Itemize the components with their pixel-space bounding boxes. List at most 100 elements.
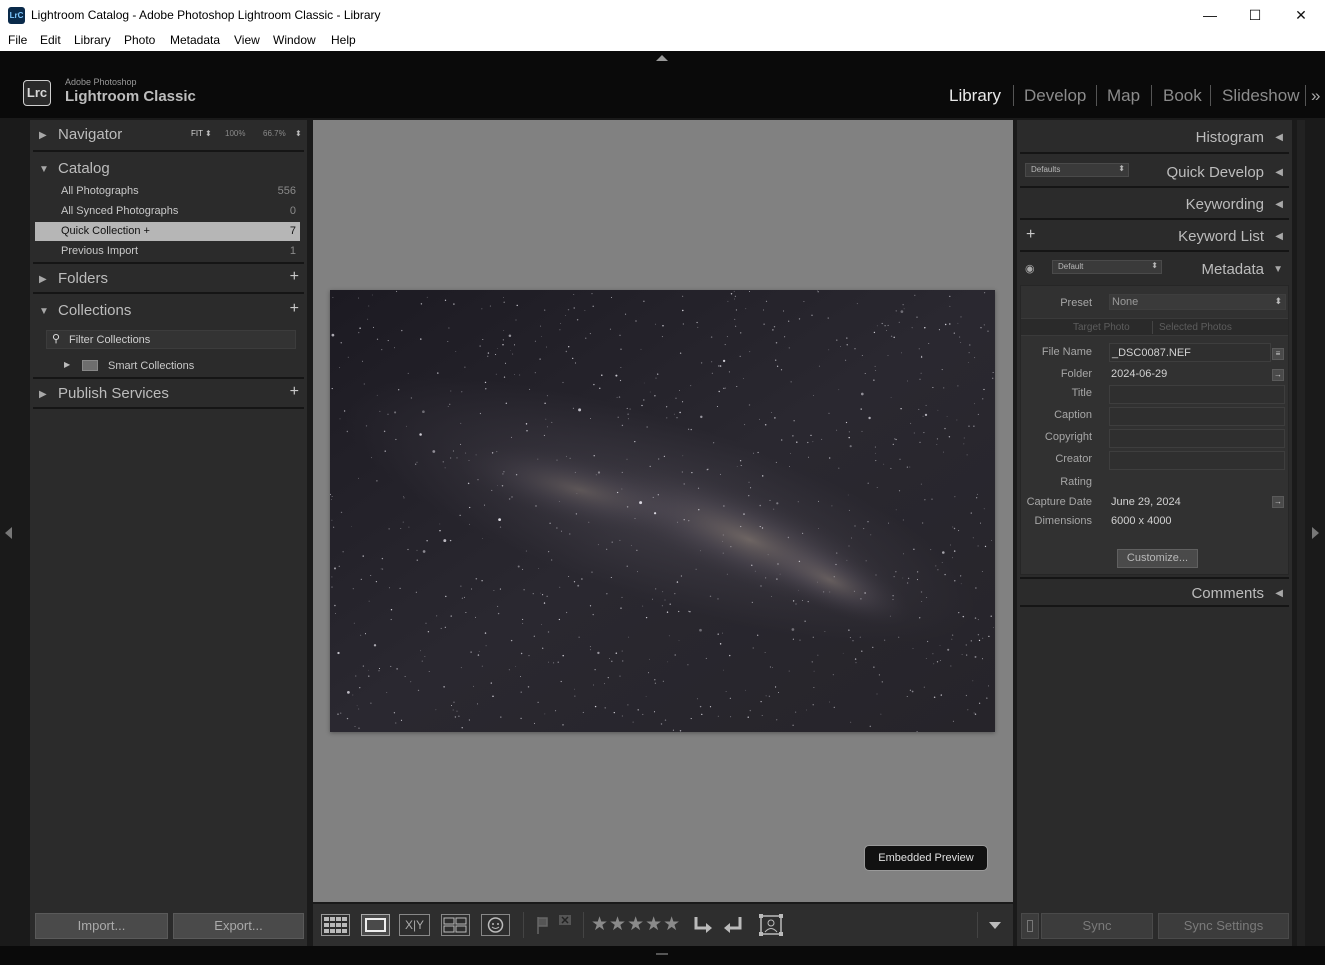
add-folder-icon[interactable]: + — [290, 268, 299, 286]
export-button[interactable]: Export... — [173, 913, 304, 939]
catalog-item-name: All Synced Photographs — [61, 205, 179, 217]
loupe-view[interactable]: Embedded Preview — [313, 120, 1013, 902]
grid-view-icon[interactable] — [321, 914, 350, 936]
catalog-item-previous-import[interactable]: Previous Import 1 — [35, 242, 300, 261]
compare-view-icon[interactable]: X|Y — [399, 914, 430, 936]
field-value: June 29, 2024 — [1111, 496, 1181, 508]
folders-header[interactable]: ▶ Folders + — [30, 264, 307, 294]
module-develop[interactable]: Develop — [1024, 86, 1086, 106]
menu-file[interactable]: File — [8, 33, 27, 47]
file-name-field[interactable]: _DSC0087.NEF — [1109, 343, 1271, 362]
collapse-left-triangle-icon: ◀ — [1275, 132, 1283, 143]
catalog-header[interactable]: ▼ Catalog — [30, 154, 307, 184]
title-bar: LrC Lightroom Catalog - Adobe Photoshop … — [0, 0, 1325, 31]
right-panel-toggle-icon[interactable] — [1312, 527, 1319, 539]
star-rating[interactable]: ★★★★★ — [591, 913, 681, 936]
toolbar-options-chevron-icon[interactable] — [989, 922, 1001, 929]
go-to-folder-icon[interactable]: → — [1272, 369, 1284, 381]
publish-services-label: Publish Services — [58, 385, 169, 402]
capture-date-field: June 29, 2024 — [1109, 493, 1271, 512]
more-modules-icon[interactable]: » — [1311, 86, 1320, 106]
quick-develop-preset-select[interactable]: Defaults ⬍ — [1025, 163, 1129, 177]
auto-sync-switch[interactable] — [1021, 913, 1039, 939]
top-panel-toggle-icon[interactable] — [656, 55, 668, 61]
flag-pick-icon[interactable] — [535, 914, 551, 936]
module-slideshow[interactable]: Slideshow — [1222, 86, 1300, 106]
filmstrip-toggle-icon[interactable] — [656, 953, 668, 955]
maximize-button[interactable]: ☐ — [1232, 0, 1278, 31]
histogram-label: Histogram — [1195, 129, 1264, 146]
smart-collection-folder-icon — [82, 360, 98, 371]
selected-photos-tab[interactable]: Selected Photos — [1159, 322, 1232, 333]
publish-services-header[interactable]: ▶ Publish Services + — [30, 379, 307, 409]
eye-icon[interactable]: ◉ — [1025, 262, 1035, 275]
menu-edit[interactable]: Edit — [40, 33, 61, 47]
metadata-preset-select[interactable]: None ⬍ — [1109, 294, 1286, 310]
search-icon: ⚲ — [52, 333, 61, 345]
zoom-fit-option[interactable]: FIT — [191, 129, 203, 138]
close-button[interactable]: ✕ — [1278, 0, 1324, 31]
module-separator — [1305, 85, 1306, 106]
navigator-header[interactable]: ▶ Navigator FIT ⬍ 100% 66.7% ⬍ — [30, 120, 307, 150]
customize-button[interactable]: Customize... — [1117, 549, 1198, 568]
add-keyword-icon[interactable]: + — [1026, 226, 1035, 244]
right-panel: Histogram ◀ Defaults ⬍ Quick Develop ◀ K… — [1017, 120, 1292, 946]
right-panel-scrollbar[interactable] — [1297, 120, 1305, 946]
smart-collections-item[interactable]: ▶ Smart Collections — [35, 356, 300, 376]
metadata-header[interactable]: ◉ Default ⬍ Metadata ▼ — [1017, 254, 1292, 284]
copyright-field[interactable] — [1109, 429, 1285, 448]
metadata-set-select[interactable]: Default ⬍ — [1052, 260, 1162, 274]
catalog-item-all-photographs[interactable]: All Photographs 556 — [35, 182, 300, 201]
collections-header[interactable]: ▼ Collections + — [30, 296, 307, 326]
left-panel-toggle-icon[interactable] — [5, 527, 12, 539]
menu-library[interactable]: Library — [74, 33, 111, 47]
rename-list-icon[interactable]: ≡ — [1272, 348, 1284, 360]
toolbar-separator — [583, 912, 584, 938]
caption-field[interactable] — [1109, 407, 1285, 426]
menu-photo[interactable]: Photo — [124, 33, 155, 47]
add-collection-icon[interactable]: + — [290, 300, 299, 318]
menu-window[interactable]: Window — [273, 33, 316, 47]
rotate-right-icon[interactable] — [721, 914, 745, 936]
photo-preview[interactable] — [330, 290, 995, 732]
target-photo-tab[interactable]: Target Photo — [1073, 322, 1130, 333]
field-value: _DSC0087.NEF — [1112, 347, 1191, 359]
zoom-100-option[interactable]: 100% — [225, 129, 245, 138]
collapse-left-triangle-icon: ◀ — [1275, 167, 1283, 178]
minimize-button[interactable]: — — [1187, 0, 1233, 31]
zoom-fit-stepper-icon[interactable]: ⬍ — [205, 129, 212, 138]
module-book[interactable]: Book — [1163, 86, 1202, 106]
catalog-item-quick-collection[interactable]: Quick Collection + 7 — [35, 222, 300, 241]
module-library[interactable]: Library — [949, 86, 1001, 106]
rating-field[interactable] — [1109, 473, 1285, 492]
people-view-icon[interactable] — [481, 914, 510, 936]
filter-collections-input[interactable]: ⚲ Filter Collections — [46, 330, 296, 349]
menu-view[interactable]: View — [234, 33, 260, 47]
crop-overlay-icon[interactable] — [758, 914, 784, 936]
catalog-item-name: Previous Import — [61, 245, 139, 257]
field-label: Title — [1071, 387, 1092, 399]
capture-date-go-icon[interactable]: → — [1272, 496, 1284, 508]
loupe-view-icon[interactable] — [361, 914, 390, 936]
creator-field[interactable] — [1109, 451, 1285, 470]
keywording-header[interactable]: Keywording ◀ — [1017, 189, 1292, 219]
sync-settings-button[interactable]: Sync Settings — [1158, 913, 1289, 939]
module-map[interactable]: Map — [1107, 86, 1140, 106]
panel-divider — [1020, 605, 1289, 607]
keyword-list-header[interactable]: + Keyword List ◀ — [1017, 221, 1292, 251]
import-button[interactable]: Import... — [35, 913, 168, 939]
zoom-custom-stepper-icon[interactable]: ⬍ — [295, 129, 302, 138]
menu-metadata[interactable]: Metadata — [170, 33, 220, 47]
quick-develop-header[interactable]: Defaults ⬍ Quick Develop ◀ — [1017, 157, 1292, 187]
rotate-left-icon[interactable] — [691, 914, 715, 936]
sync-button[interactable]: Sync — [1041, 913, 1153, 939]
comments-header[interactable]: Comments ◀ — [1017, 578, 1292, 608]
flag-reject-icon[interactable] — [558, 914, 572, 936]
histogram-header[interactable]: Histogram ◀ — [1017, 122, 1292, 152]
title-field[interactable] — [1109, 385, 1285, 404]
catalog-item-all-synced[interactable]: All Synced Photographs 0 — [35, 202, 300, 221]
zoom-custom-option[interactable]: 66.7% — [263, 129, 286, 138]
survey-view-icon[interactable] — [441, 914, 470, 936]
add-publish-service-icon[interactable]: + — [290, 383, 299, 401]
menu-help[interactable]: Help — [331, 33, 356, 47]
